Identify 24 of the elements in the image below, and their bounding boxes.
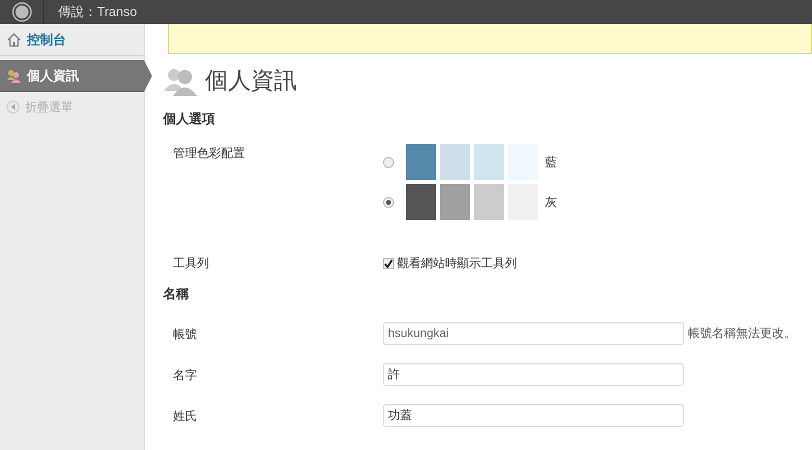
users-icon [6,68,22,84]
field-label: 管理色彩配置 [172,145,246,162]
logo-icon [12,2,32,22]
checkbox[interactable] [383,258,394,269]
page-title: 個人資訊 [205,67,297,96]
text-field[interactable]: 功蓋 [383,404,684,427]
checkbox-label: 觀看網站時顯示工具列 [397,255,517,272]
field-label: 工具列 [172,255,210,272]
section-heading: 名稱 [163,286,190,302]
arrow-left-icon [6,100,20,114]
site-title[interactable]: 傳說：Transo [44,2,137,22]
scheme-name: 灰 [545,194,557,212]
sidebar-item[interactable]: 控制台 [0,24,144,56]
text-field[interactable]: 許 [383,362,684,386]
section-heading: 個人選項 [163,110,216,126]
check-icon [384,258,393,268]
field-label: 帳號 [172,326,198,343]
field-label: 名字 [172,366,198,384]
scheme-name: 藍 [545,154,557,172]
radio-button[interactable] [383,196,394,208]
field-hint: 帳號名稱無法更改。 [688,325,796,342]
field-label: 姓氏 [172,408,198,425]
radio-button[interactable] [383,156,394,168]
home-icon [6,32,22,48]
